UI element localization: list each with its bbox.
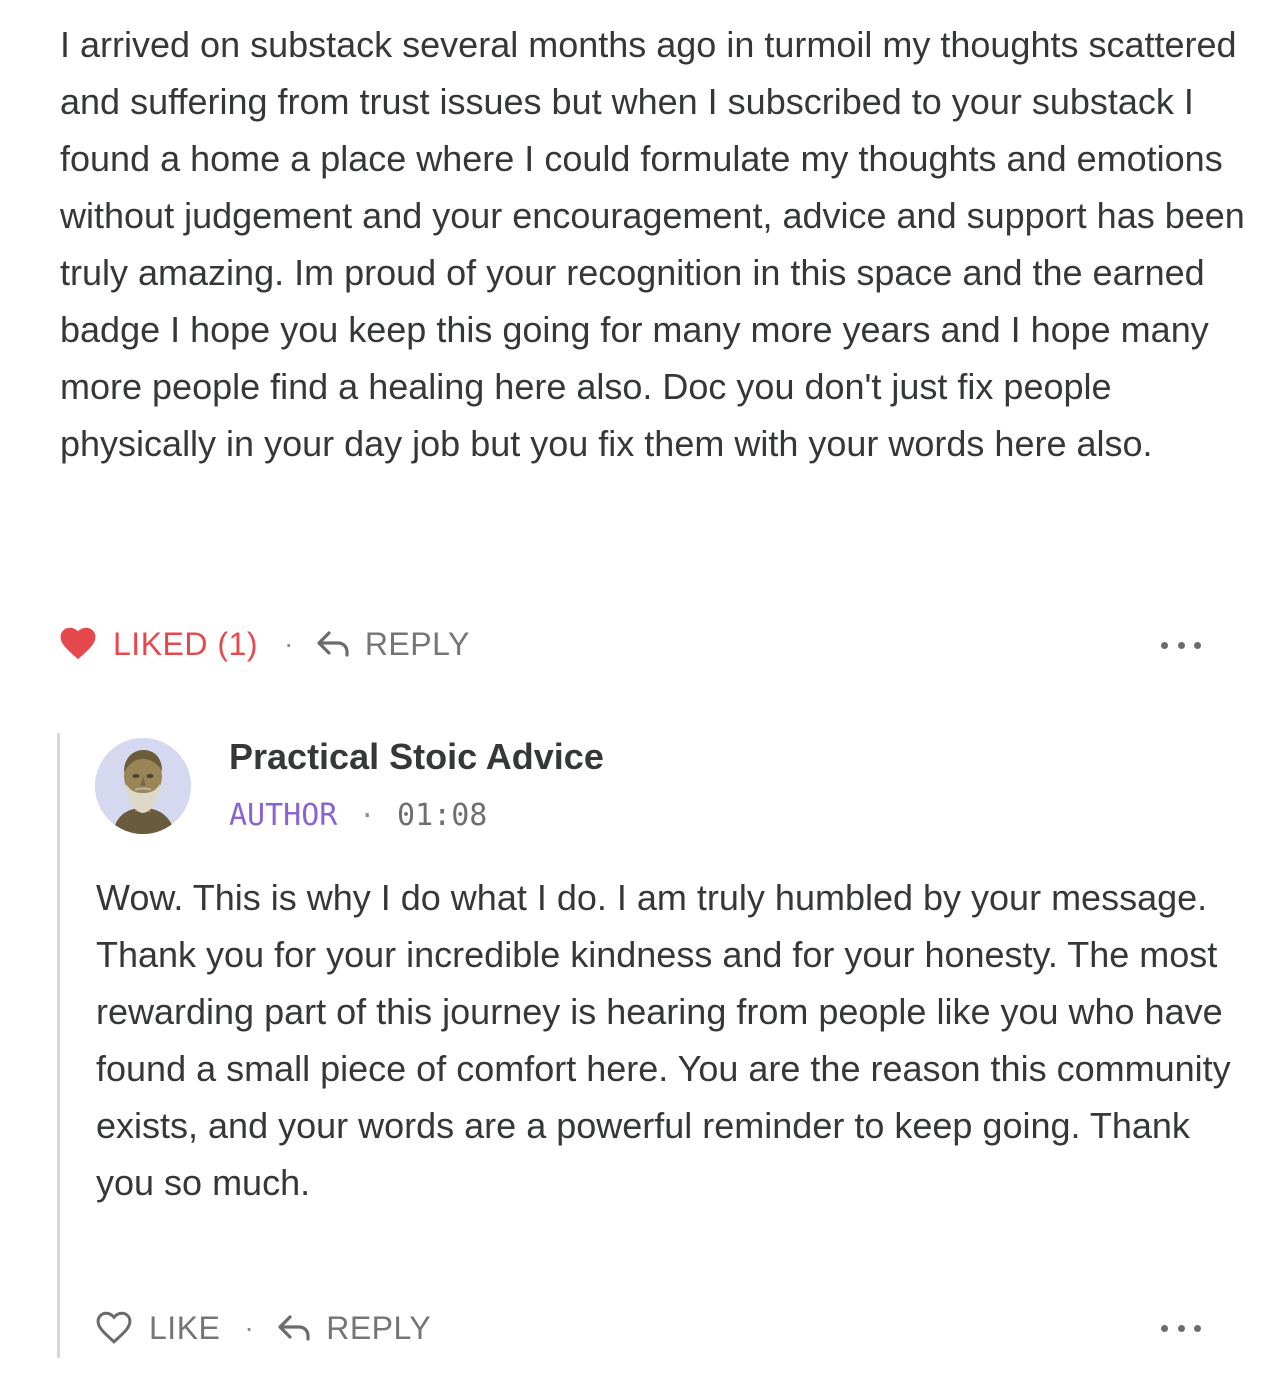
reply-actions: LIKE · REPLY	[96, 1306, 431, 1350]
liked-button[interactable]: LIKED (1)	[60, 626, 258, 663]
avatar[interactable]	[95, 738, 191, 834]
reply-label: REPLY	[326, 1309, 432, 1346]
reply-button[interactable]: REPLY	[315, 626, 470, 663]
like-label: LIKE	[149, 1309, 221, 1346]
stoic-bust-avatar	[95, 738, 191, 834]
author-name[interactable]: Practical Stoic Advice	[229, 732, 604, 782]
action-separator: ·	[283, 628, 294, 659]
reply-label: REPLY	[364, 625, 470, 662]
thread-line	[57, 733, 60, 1358]
reply-arrow-icon	[276, 1313, 312, 1343]
heart-filled-icon	[60, 626, 96, 662]
reply-text: Wow. This is why I do what I do. I am tr…	[96, 877, 1231, 1203]
more-options-icon[interactable]	[1161, 635, 1201, 655]
comment-text: I arrived on substack several months ago…	[60, 24, 1255, 464]
like-count-label: LIKED (1)	[113, 625, 258, 662]
heart-outline-icon	[96, 1310, 132, 1346]
timestamp[interactable]: 01:08	[397, 796, 487, 836]
comment-actions: LIKED (1) · REPLY	[60, 622, 470, 666]
author-badge: AUTHOR	[229, 798, 338, 833]
meta-separator: ·	[359, 801, 376, 831]
more-options-icon[interactable]	[1161, 1318, 1201, 1338]
reply-meta: AUTHOR · 01:08	[229, 796, 487, 836]
action-separator: ·	[244, 1312, 255, 1343]
reply-button[interactable]: REPLY	[276, 1310, 431, 1347]
like-button[interactable]: LIKE	[96, 1310, 220, 1347]
reply-arrow-icon	[315, 629, 351, 659]
